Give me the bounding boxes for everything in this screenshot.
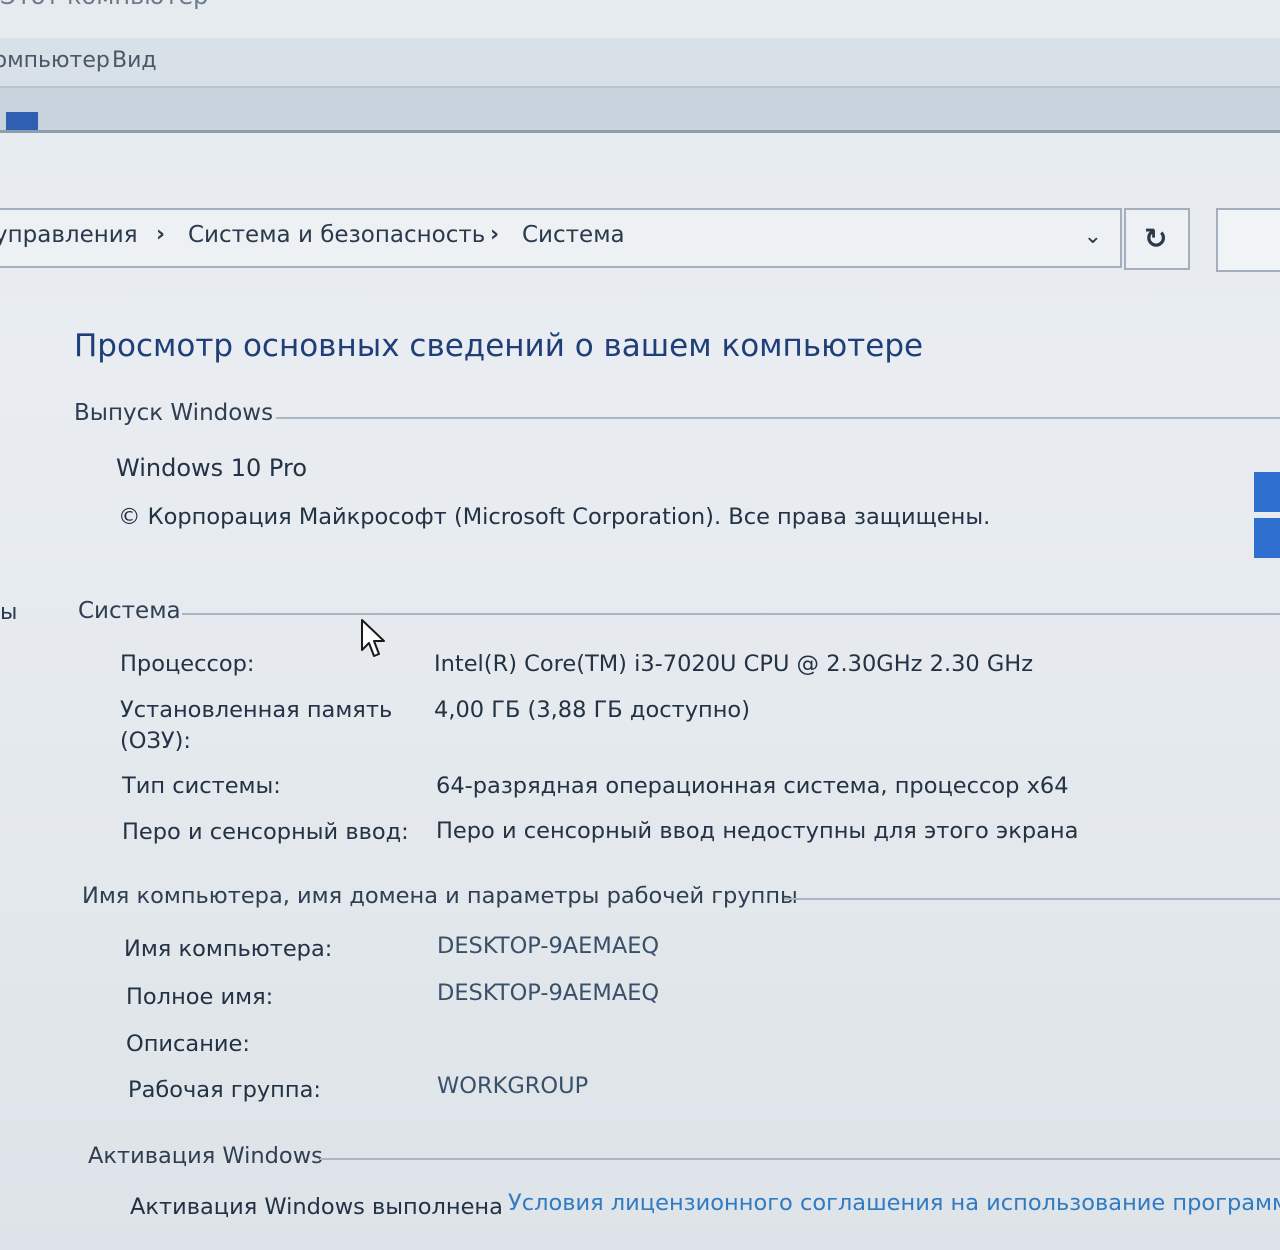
ribbon-strip xyxy=(0,86,1280,133)
memory-label-line2: (ОЗУ): xyxy=(120,728,191,754)
refresh-icon: ↻ xyxy=(1144,222,1168,255)
section-divider xyxy=(182,613,1280,615)
system-type-label: Тип системы: xyxy=(122,773,281,799)
computer-name-value: DESKTOP-9AEMAEQ xyxy=(437,933,660,959)
section-divider xyxy=(320,1158,1280,1160)
section-divider xyxy=(276,417,1280,419)
activation-status: Активация Windows выполнена xyxy=(130,1194,503,1220)
left-panel-fragment: ы xyxy=(0,600,18,625)
section-header-computer-name: Имя компьютера, имя домена и параметры р… xyxy=(82,883,798,909)
workgroup-label: Рабочая группа: xyxy=(128,1077,321,1103)
processor-value: Intel(R) Core(TM) i3-7020U CPU @ 2.30GHz… xyxy=(434,651,1034,677)
section-divider xyxy=(784,898,1280,900)
breadcrumb-separator[interactable]: › xyxy=(156,222,165,247)
chevron-down-icon[interactable]: ⌄ xyxy=(1084,224,1102,249)
processor-label: Процессор: xyxy=(120,651,255,677)
mouse-cursor-icon xyxy=(361,619,385,657)
section-header-system: Система xyxy=(78,598,181,624)
breadcrumb-system[interactable]: Система xyxy=(522,222,625,248)
page-title: Просмотр основных сведений о вашем компь… xyxy=(74,328,924,364)
workgroup-value: WORKGROUP xyxy=(437,1073,589,1099)
ribbon-tab-indicator xyxy=(6,112,38,130)
menu-item-view[interactable]: Вид xyxy=(112,48,157,73)
pen-touch-label: Перо и сенсорный ввод: xyxy=(122,819,409,845)
description-label: Описание: xyxy=(126,1031,250,1057)
breadcrumb-control-panel[interactable]: управления xyxy=(0,222,138,248)
search-input[interactable] xyxy=(1216,208,1280,272)
window-title: Этот компьютер xyxy=(0,0,208,10)
windows-logo-icon xyxy=(1254,472,1280,560)
section-header-activation: Активация Windows xyxy=(88,1143,323,1169)
pen-touch-value: Перо и сенсорный ввод недоступны для это… xyxy=(436,818,1079,844)
breadcrumb-separator[interactable]: › xyxy=(490,222,499,247)
address-bar[interactable]: управления › Система и безопасность › Си… xyxy=(0,208,1122,268)
system-type-value: 64-разрядная операционная система, проце… xyxy=(436,773,1069,799)
full-name-value: DESKTOP-9AEMAEQ xyxy=(437,980,660,1006)
system-window: Этот компьютер Компьютер Вид управления … xyxy=(0,0,1280,1250)
menu-item-computer[interactable]: Компьютер xyxy=(0,48,110,73)
breadcrumb-system-security[interactable]: Система и безопасность xyxy=(188,222,485,248)
computer-name-label: Имя компьютера: xyxy=(124,936,333,962)
copyright-text: © Корпорация Майкрософт (Microsoft Corpo… xyxy=(118,504,991,530)
license-terms-link[interactable]: Условия лицензионного соглашения на испо… xyxy=(508,1190,1280,1216)
section-header-windows-edition: Выпуск Windows xyxy=(74,400,274,426)
refresh-button[interactable]: ↻ xyxy=(1124,208,1190,270)
windows-edition-value: Windows 10 Pro xyxy=(116,454,308,482)
menu-bar: Компьютер Вид xyxy=(0,38,1280,86)
memory-label: Установленная память xyxy=(120,697,393,723)
memory-value: 4,00 ГБ (3,88 ГБ доступно) xyxy=(434,697,750,723)
full-name-label: Полное имя: xyxy=(126,984,274,1010)
